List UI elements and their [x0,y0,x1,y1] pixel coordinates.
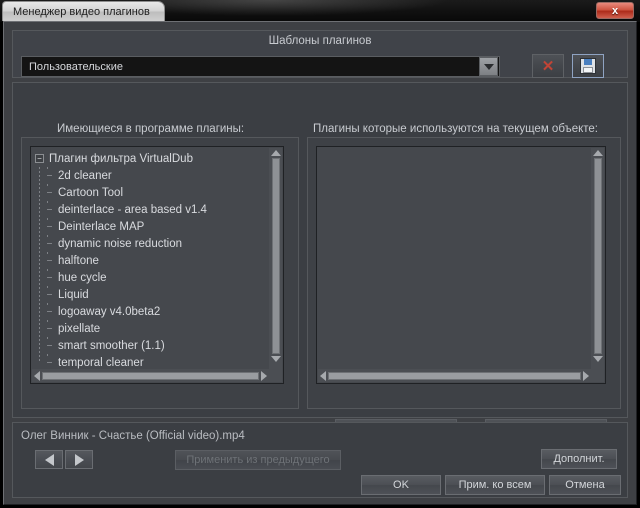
bottom-bar: Олег Винник - Счастье (Official video).m… [12,422,628,498]
arrow-right-icon [74,453,84,466]
scroll-up-icon[interactable] [270,150,281,156]
scroll-right-icon[interactable] [261,370,267,381]
applied-plugins-panel [307,137,621,409]
arrow-left-icon [44,453,54,466]
apply-to-all-button[interactable]: Прим. ко всем [445,475,545,495]
templates-group: Шаблоны плагинов Пользовательские ✕ [12,30,628,78]
tree-branch-icon [44,218,55,235]
list-item-label: Liquid [58,288,89,301]
available-plugins-panel: − Плагин фильтра VirtualDub 2d cleaner C… [21,137,299,494]
tree-branch-icon [44,354,55,369]
templates-row: Пользовательские ✕ [21,54,621,80]
available-list-vertical-scrollbar[interactable] [269,148,282,369]
next-object-button[interactable] [65,450,93,469]
tree-root-node[interactable]: − Плагин фильтра VirtualDub [34,150,269,167]
applied-list-vertical-scrollbar[interactable] [591,148,604,369]
list-item-label: pixellate [58,322,101,335]
available-list-horizontal-scrollbar[interactable] [32,369,269,382]
ok-button[interactable]: OK [361,475,441,495]
window-body: Шаблоны плагинов Пользовательские ✕ Имею… [3,21,637,505]
scroll-left-icon[interactable] [320,370,326,381]
scroll-right-icon[interactable] [583,370,589,381]
list-item-label: Deinterlace MAP [58,220,145,233]
tree-root-label: Плагин фильтра VirtualDub [49,152,193,165]
tree-branch-icon [44,167,55,184]
title-bar: Менеджер видео плагинов x [0,0,640,22]
list-item[interactable]: Deinterlace MAP [34,218,269,235]
window-title: Менеджер видео плагинов [13,5,150,18]
cancel-button[interactable]: Отмена [549,475,621,495]
scrollbar-thumb[interactable] [271,158,280,354]
tree-branch-icon [44,252,55,269]
list-item-label: 2d cleaner [58,169,112,182]
chevron-down-icon[interactable] [479,57,498,76]
templates-group-title: Шаблоны плагинов [268,35,372,47]
available-plugins-listbox[interactable]: − Плагин фильтра VirtualDub 2d cleaner C… [30,146,284,384]
previous-object-button[interactable] [35,450,63,469]
scrollbar-thumb[interactable] [42,371,259,380]
list-item-label: temporal cleaner [58,356,144,369]
list-item[interactable]: halftone [34,252,269,269]
x-icon: ✕ [541,57,555,75]
apply-from-previous-button[interactable]: Применить из предыдущего [175,450,341,470]
close-button[interactable]: x [596,2,634,19]
list-item-label: halftone [58,254,99,267]
scrollbar-thumb[interactable] [593,158,602,354]
applied-plugins-listbox[interactable] [316,146,606,384]
tree-branch-icon [44,201,55,218]
floppy-disk-icon [580,58,596,74]
close-icon: x [611,4,619,17]
tree-branch-icon [44,286,55,303]
window-title-tab: Менеджер видео плагинов [2,1,165,21]
scroll-down-icon[interactable] [592,356,603,362]
applied-list-horizontal-scrollbar[interactable] [318,369,591,382]
tree-branch-icon [44,303,55,320]
list-item-label: logoaway v4.0beta2 [58,305,161,318]
applied-plugins-list [317,147,591,369]
template-combobox[interactable]: Пользовательские [21,56,500,77]
applied-plugins-label: Плагины которые используются на текущем … [313,123,599,135]
tree-branch-icon [44,235,55,252]
list-item[interactable]: smart smoother (1.1) [34,337,269,354]
tree-branch-icon [44,337,55,354]
list-item[interactable]: deinterlace - area based v1.4 [34,201,269,218]
available-plugins-label: Имеющиеся в программе плагины: [57,123,245,135]
list-item-label: dynamic noise reduction [58,237,183,250]
list-item[interactable]: Cartoon Tool [34,184,269,201]
scrollbar-corner [269,369,282,382]
plugin-manager-window: Менеджер видео плагинов x Шаблоны плагин… [0,0,640,508]
list-item[interactable]: dynamic noise reduction [34,235,269,252]
list-item[interactable]: temporal cleaner [34,354,269,369]
available-plugins-tree: − Плагин фильтра VirtualDub 2d cleaner C… [31,147,269,369]
list-item[interactable]: Liquid [34,286,269,303]
tree-branch-icon [44,269,55,286]
collapse-icon[interactable]: − [35,154,44,163]
list-item[interactable]: logoaway v4.0beta2 [34,303,269,320]
title-bar-glow [150,0,450,16]
scrollbar-corner [591,369,604,382]
list-item-label: hue cycle [58,271,107,284]
current-file-label: Олег Винник - Счастье (Official video).m… [21,430,245,442]
tree-stem [39,167,40,363]
list-item-label: smart smoother (1.1) [58,339,165,352]
scroll-up-icon[interactable] [592,150,603,156]
list-item-label: Cartoon Tool [58,186,123,199]
save-template-button[interactable] [572,54,604,78]
list-item[interactable]: pixellate [34,320,269,337]
tree-branch-icon [44,184,55,201]
list-item-label: deinterlace - area based v1.4 [58,203,207,216]
additional-button[interactable]: Дополнит. [541,449,617,469]
delete-template-button[interactable]: ✕ [532,54,564,78]
scroll-left-icon[interactable] [34,370,40,381]
list-item[interactable]: hue cycle [34,269,269,286]
scrollbar-thumb[interactable] [328,371,581,380]
list-item[interactable]: 2d cleaner [34,167,269,184]
tree-branch-icon [44,320,55,337]
template-combobox-value: Пользовательские [29,60,123,73]
plugin-lists-group: Имеющиеся в программе плагины: Плагины к… [12,82,628,494]
scroll-down-icon[interactable] [270,356,281,362]
